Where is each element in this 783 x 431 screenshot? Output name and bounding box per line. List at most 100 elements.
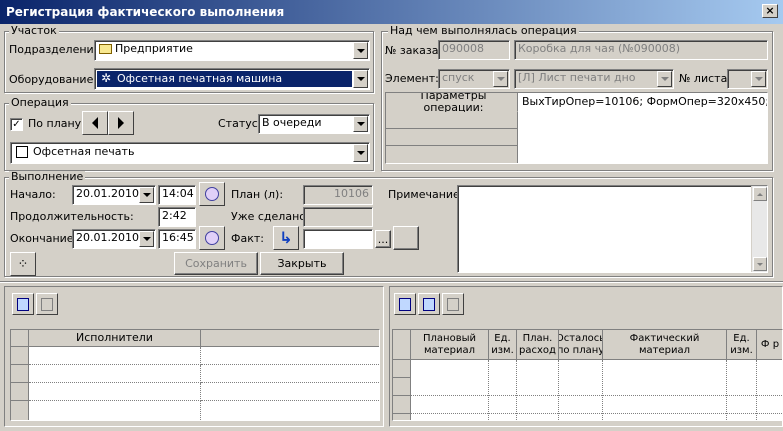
status-label: Статус: (218, 117, 262, 130)
nachalo-label: Начало: (10, 188, 56, 201)
prim-textarea[interactable] (457, 185, 768, 273)
okon-label: Окончание: (10, 232, 78, 245)
element-select: спуск (438, 69, 510, 89)
remove-icon (41, 297, 53, 311)
add-icon (17, 297, 29, 311)
close-window-button[interactable]: × (762, 4, 778, 18)
okon-clock-button[interactable] (199, 226, 225, 250)
podr-label: Подразделение: (9, 43, 105, 56)
scroll-down-icon[interactable] (753, 257, 767, 271)
okon-time[interactable]: 16:45 (158, 229, 196, 249)
params-value[interactable]: ВыхТирОпер=10106; ФормОпер=320x450; Крас (522, 95, 767, 109)
chevron-down-icon[interactable] (353, 116, 368, 132)
chevron-down-icon[interactable] (353, 144, 368, 162)
arrow-right-icon (118, 117, 124, 129)
nad-chem-legend: Над чем выполнялась операция (388, 24, 579, 37)
plan-field: 10106 (303, 185, 373, 205)
close-button[interactable]: Закрыть (260, 252, 344, 275)
tree-icon (16, 146, 28, 158)
chevron-down-icon[interactable] (139, 187, 154, 203)
remove-executor-button (36, 293, 58, 315)
op-select[interactable]: Офсетная печать (10, 142, 370, 164)
params-label: Параметры операции: (386, 93, 518, 114)
add-material-fact-button[interactable] (418, 293, 440, 315)
materials-grid[interactable]: Плановый материал Ед. изм. План. расход … (392, 329, 783, 421)
window-title: Регистрация фактического выполнения (0, 0, 783, 24)
chevron-down-icon[interactable] (353, 70, 368, 88)
executors-grid[interactable]: Исполнители (10, 329, 380, 421)
remove-material-button (442, 293, 464, 315)
nachalo-date-value: 20.01.2010 (76, 187, 139, 200)
mat-header-5: Ед. изм. (727, 330, 757, 360)
po-planu-label: По плану (28, 117, 82, 130)
mat-header-6: Ф р (757, 330, 782, 360)
executors-header: Исполнители (29, 330, 201, 347)
fakt-extra-button (393, 226, 419, 250)
uzhe-label: Уже сделано: (231, 210, 310, 223)
add-fact-icon (423, 297, 435, 311)
scatter-icon: ⁘ (17, 256, 29, 272)
uchastok-legend: Участок (9, 24, 59, 37)
divider (0, 281, 783, 283)
scroll-up-icon[interactable] (753, 187, 767, 201)
arrow-return-icon: ↳ (279, 228, 293, 247)
prev-button[interactable] (82, 111, 108, 135)
fakt-field[interactable] (303, 229, 373, 249)
zakaz-desc-field: Коробка для чая (№090008) (514, 40, 768, 60)
list-select (727, 69, 768, 89)
clock-icon (205, 231, 219, 245)
tool-button[interactable]: ⁘ (10, 252, 36, 276)
element-part-select: [Л] Лист печати дно (514, 69, 674, 89)
nachalo-time[interactable]: 14:04 (158, 185, 196, 205)
chevron-down-icon (751, 71, 766, 87)
nachalo-date[interactable]: 20.01.2010 (72, 185, 156, 205)
mat-header-1: Ед. изм. (489, 330, 517, 360)
chevron-down-icon[interactable] (139, 231, 154, 247)
prod-field[interactable]: 2:42 (158, 207, 196, 227)
gear-icon: ✲ (101, 71, 112, 85)
add-executor-button[interactable] (12, 293, 34, 315)
chevron-down-icon[interactable] (353, 42, 368, 59)
folder-icon (99, 44, 112, 54)
params-grid: Параметры операции: ВыхТирОпер=10106; Фо… (385, 92, 768, 164)
status-value: В очереди (262, 116, 322, 129)
obor-select[interactable]: ✲ Офсетная печатная машина (94, 68, 370, 90)
plan-label: План (л): (231, 188, 284, 201)
element-label: Элемент: (385, 72, 439, 85)
vypolnenie-legend: Выполнение (9, 170, 86, 183)
nachalo-clock-button[interactable] (199, 182, 225, 206)
add-icon (399, 297, 411, 311)
prod-label: Продолжительность: (10, 210, 134, 223)
element-value: спуск (442, 71, 475, 84)
add-material-button[interactable] (394, 293, 416, 315)
fakt-label: Факт: (231, 232, 264, 245)
po-planu-checkbox[interactable]: ✓ (10, 118, 23, 131)
window: Регистрация фактического выполнения × Уч… (0, 0, 783, 431)
chevron-down-icon (493, 71, 508, 87)
mat-header-3: Осталось по плану (559, 330, 603, 360)
podr-value: Предприятие (115, 42, 193, 55)
clock-icon (205, 187, 219, 201)
obor-label: Оборудование: (9, 73, 98, 86)
zakaz-label: № заказа: (385, 44, 443, 57)
fakt-arrow-button[interactable]: ↳ (273, 226, 299, 250)
save-button: Сохранить (174, 252, 258, 275)
arrow-left-icon (92, 117, 98, 129)
list-label: № листа: (679, 72, 732, 85)
op-value: Офсетная печать (33, 145, 135, 158)
prim-label: Примечание: (388, 188, 464, 201)
prim-scrollbar[interactable] (751, 186, 767, 272)
okon-date-value: 20.01.2010 (76, 231, 139, 244)
status-select[interactable]: В очереди (258, 114, 370, 134)
operation-legend: Операция (9, 96, 71, 109)
next-button[interactable] (108, 111, 134, 135)
remove-icon (447, 297, 459, 311)
podr-select[interactable]: Предприятие (94, 40, 370, 61)
obor-value: Офсетная печатная машина (117, 72, 283, 85)
fakt-ellipsis-button[interactable]: ... (375, 230, 391, 248)
mat-header-0: Плановый материал (411, 330, 489, 360)
uzhe-field (303, 207, 373, 227)
okon-date[interactable]: 20.01.2010 (72, 229, 156, 249)
mat-header-4: Фактический материал (603, 330, 727, 360)
zakaz-field: 090008 (438, 40, 510, 60)
